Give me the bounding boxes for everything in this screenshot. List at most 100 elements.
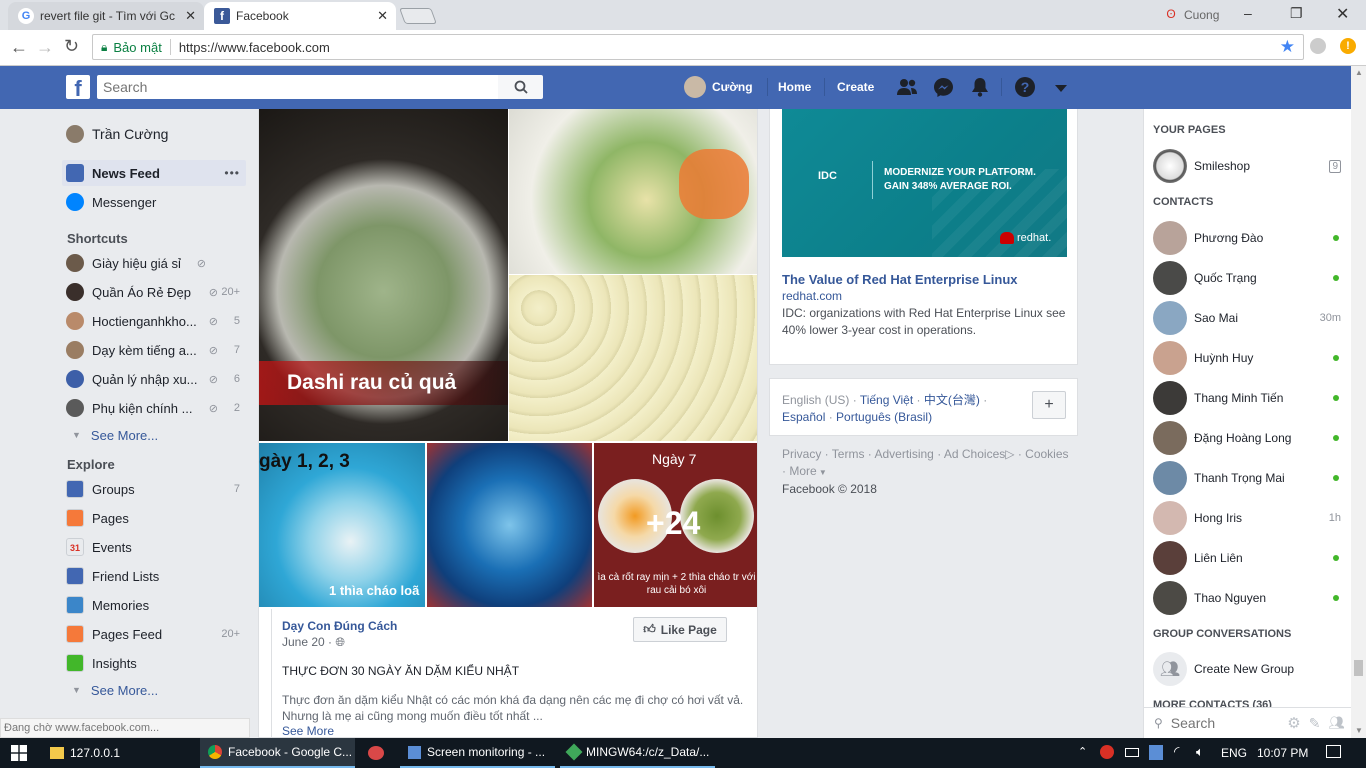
footer-link-more[interactable]: More: [789, 464, 816, 478]
sidebar-item-pages-feed[interactable]: Pages Feed 20+: [62, 621, 246, 647]
friend-requests-icon[interactable]: [896, 78, 918, 96]
create-link[interactable]: Create: [837, 80, 874, 94]
ad-banner[interactable]: IDC MODERNIZE YOUR PLATFORM. GAIN 348% A…: [782, 109, 1067, 257]
post-image-vegetables[interactable]: [509, 109, 757, 274]
clock-time[interactable]: 10:07 PM: [1257, 746, 1308, 760]
more-options-icon[interactable]: •••: [224, 166, 240, 180]
post-image-thumb-2[interactable]: [427, 443, 592, 607]
taskbar-item-chrome[interactable]: Facebook - Google C...: [200, 738, 355, 768]
input-language[interactable]: ENG: [1221, 746, 1247, 760]
start-button[interactable]: [0, 738, 38, 768]
warning-icon[interactable]: !: [1340, 38, 1356, 54]
see-more-link[interactable]: See More: [282, 724, 334, 737]
taskbar-item-screen-monitoring[interactable]: Screen monitoring - ...: [400, 738, 555, 768]
new-tab-button[interactable]: [399, 8, 437, 24]
sidebar-item-insights[interactable]: Insights: [62, 650, 246, 676]
page-scrollbar[interactable]: ▲ ▼: [1351, 66, 1366, 738]
scroll-down-arrow-icon[interactable]: ▼: [1355, 726, 1363, 735]
app-tray-icon[interactable]: [1149, 745, 1163, 760]
search-input[interactable]: [97, 75, 499, 99]
minimize-button[interactable]: –: [1244, 5, 1252, 21]
antivirus-tray-icon[interactable]: [1100, 745, 1114, 759]
back-icon[interactable]: ←: [10, 37, 28, 58]
taskbar-item-app[interactable]: [360, 738, 398, 768]
contact-item[interactable]: Sao Mai 30m: [1153, 300, 1343, 336]
contact-item[interactable]: Đặng Hoàng Long: [1153, 420, 1343, 456]
maximize-button[interactable]: ❐: [1290, 5, 1303, 22]
like-page-button[interactable]: 👍︎ Like Page: [633, 617, 727, 642]
create-group-icon[interactable]: 👥︎: [1328, 715, 1345, 731]
taskbar-item-folder[interactable]: 127.0.0.1: [42, 738, 197, 768]
contact-item[interactable]: Thang Minh Tiến: [1153, 380, 1343, 416]
sidebar-item-memories[interactable]: Memories: [62, 592, 246, 618]
reload-icon[interactable]: ↻: [64, 36, 79, 57]
language-link[interactable]: Tiếng Việt: [860, 393, 913, 407]
language-link[interactable]: Português (Brasil): [836, 410, 932, 424]
sidebar-shortcut-item[interactable]: Hoctienganhkho... ⊘ 5: [62, 308, 246, 334]
footer-link-advertising[interactable]: Advertising: [874, 447, 933, 461]
see-more-explore[interactable]: ▼ See More...: [62, 677, 246, 703]
sidebar-item-messenger[interactable]: Messenger: [62, 189, 246, 215]
help-icon[interactable]: ?: [1015, 77, 1035, 97]
user-avatar[interactable]: [684, 76, 706, 98]
contact-item[interactable]: Thao Nguyen: [1153, 580, 1343, 616]
footer-link-terms[interactable]: Terms: [832, 447, 865, 461]
messenger-icon[interactable]: [933, 77, 954, 98]
contact-item[interactable]: Phương Đào: [1153, 220, 1343, 256]
contact-item[interactable]: Quốc Trạng: [1153, 260, 1343, 296]
bookmark-star-icon[interactable]: ★: [1280, 37, 1295, 57]
new-message-icon[interactable]: ✎: [1309, 715, 1321, 732]
show-hidden-icons-chevron-up-icon[interactable]: ⌃: [1078, 745, 1087, 758]
post-image-thumb-1[interactable]: gày 1, 2, 3 1 thìa cháo loã: [259, 443, 425, 607]
post-date[interactable]: June 20 · 🌐︎: [282, 635, 345, 650]
create-new-group-button[interactable]: 👥︎ Create New Group: [1153, 651, 1343, 687]
notifications-icon[interactable]: [971, 77, 989, 97]
sidebar-shortcut-item[interactable]: Quản lý nhập xu... ⊘ 6: [62, 366, 246, 392]
contact-item[interactable]: Liên Liên: [1153, 540, 1343, 576]
facebook-logo-icon[interactable]: f: [66, 75, 90, 101]
chat-settings-gear-icon[interactable]: ⚙: [1287, 714, 1300, 732]
ad-title-link[interactable]: The Value of Red Hat Enterprise Linux: [782, 272, 1018, 287]
scroll-up-arrow-icon[interactable]: ▲: [1355, 68, 1363, 77]
post-image-ice-tray[interactable]: [509, 275, 757, 441]
sidebar-shortcut-item[interactable]: Phụ kiện chính ... ⊘ 2: [62, 395, 246, 421]
tab-facebook[interactable]: f Facebook ✕: [204, 2, 396, 30]
action-center-icon[interactable]: [1326, 745, 1341, 758]
taskbar-item-git-bash[interactable]: MINGW64:/c/z_Data/...: [560, 738, 715, 768]
profile-name[interactable]: Cuong: [1184, 8, 1219, 22]
contact-item[interactable]: Hong Iris 1h: [1153, 500, 1343, 536]
sidebar-item-pages[interactable]: Pages: [62, 505, 246, 531]
sidebar-item-friend-lists[interactable]: Friend Lists: [62, 563, 246, 589]
chat-search-input[interactable]: [1170, 715, 1271, 731]
tab-google-search[interactable]: G revert file git - Tìm với Gc ✕: [8, 2, 204, 30]
sidebar-shortcut-item[interactable]: Quần Áo Rẻ Đẹp ⊘ 20+: [62, 279, 246, 305]
volume-icon[interactable]: 🔈︎: [1196, 744, 1204, 760]
extension-icon[interactable]: [1310, 38, 1326, 54]
contact-item[interactable]: Huỳnh Huy: [1153, 340, 1343, 376]
sidebar-item-events[interactable]: 31 Events: [62, 534, 246, 560]
home-link[interactable]: Home: [778, 80, 811, 94]
search-button[interactable]: [498, 75, 543, 99]
address-bar[interactable]: 🔒︎ Bảo mật https://www.facebook.com ★: [92, 34, 1304, 60]
sidebar-shortcut-item[interactable]: Dạy kèm tiếng a... ⊘ 7: [62, 337, 246, 363]
contact-item[interactable]: Thanh Trọng Mai: [1153, 460, 1343, 496]
page-name-link[interactable]: Dạy Con Đúng Cách: [282, 619, 397, 633]
profile-link[interactable]: Trần Cường: [62, 121, 246, 147]
sidebar-item-groups[interactable]: Groups 7: [62, 476, 246, 502]
close-window-button[interactable]: ✕: [1336, 4, 1349, 24]
sidebar-item-news-feed[interactable]: News Feed •••: [62, 160, 246, 186]
language-link[interactable]: 中文(台灣): [924, 393, 980, 407]
post-image-thumb-3[interactable]: Ngày 7 +24 ìa cà rốt ray mịn + 2 thìa ch…: [594, 443, 757, 607]
see-more-shortcuts[interactable]: ▼ See More...: [62, 422, 246, 448]
wifi-icon[interactable]: ◜: [1174, 743, 1179, 760]
add-language-button[interactable]: +: [1032, 391, 1066, 419]
account-menu-chevron-down-icon[interactable]: [1055, 85, 1067, 92]
close-tab-icon[interactable]: ✕: [185, 8, 196, 24]
footer-link-ad-choices[interactable]: Ad Choices: [944, 447, 1005, 461]
more-photos-count[interactable]: +24: [646, 505, 700, 542]
user-name-link[interactable]: Cường: [712, 80, 753, 94]
footer-link-cookies[interactable]: Cookies: [1025, 447, 1068, 461]
language-link[interactable]: Español: [782, 410, 825, 424]
footer-link-privacy[interactable]: Privacy: [782, 447, 821, 461]
close-tab-icon[interactable]: ✕: [377, 8, 388, 24]
